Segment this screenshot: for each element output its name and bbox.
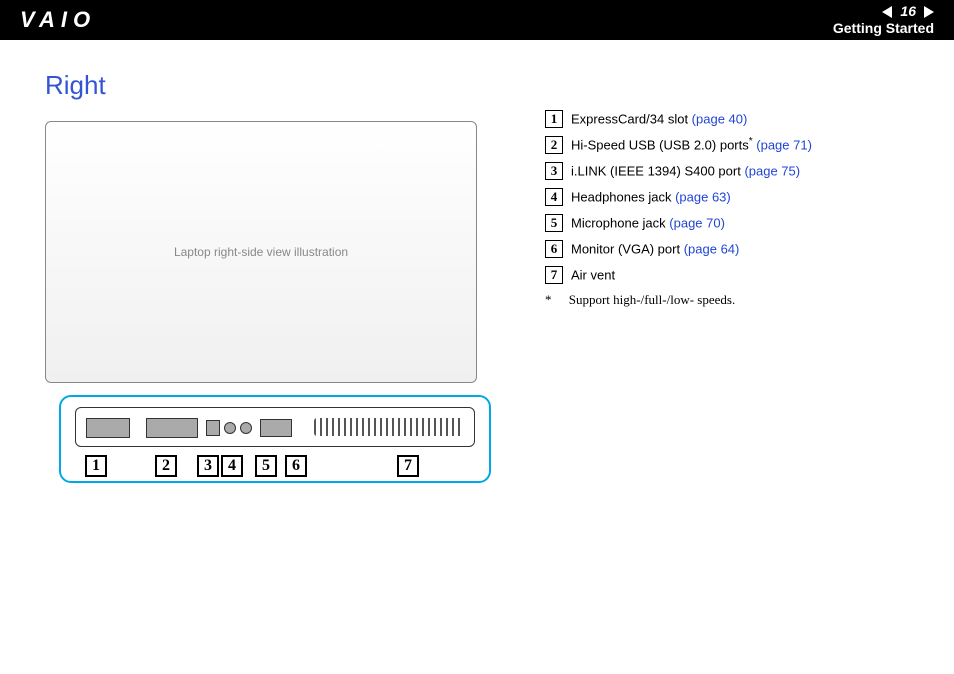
header-right-block: 16 Getting Started xyxy=(833,3,934,37)
next-page-icon[interactable] xyxy=(924,6,934,18)
legend-item: 6 Monitor (VGA) port (page 64) xyxy=(545,240,909,258)
page-number: 16 xyxy=(900,3,916,20)
callout-1: 1 xyxy=(85,455,107,477)
legend-number: 5 xyxy=(545,214,563,232)
microphone-jack-icon xyxy=(240,422,252,434)
legend-item: 2 Hi-Speed USB (USB 2.0) ports* (page 71… xyxy=(545,136,909,154)
legend-number: 4 xyxy=(545,188,563,206)
legend-item: 7 Air vent xyxy=(545,266,909,284)
legend-text: Hi-Speed USB (USB 2.0) ports* (page 71) xyxy=(571,136,812,152)
legend-list: 1 ExpressCard/34 slot (page 40) 2 Hi-Spe… xyxy=(545,110,909,284)
usb-ports-icon xyxy=(146,418,198,438)
vaio-logo: VAIO xyxy=(20,7,96,33)
callout-7: 7 xyxy=(397,455,419,477)
legend-number: 1 xyxy=(545,110,563,128)
footnote-text: Support high-/full-/low- speeds. xyxy=(569,292,735,307)
header-bar: VAIO 16 Getting Started xyxy=(0,0,954,40)
callout-6: 6 xyxy=(285,455,307,477)
page-ref-link[interactable]: (page 63) xyxy=(675,189,731,204)
left-column: Right Laptop right-side view illustratio… xyxy=(45,70,505,483)
legend-item: 3 i.LINK (IEEE 1394) S400 port (page 75) xyxy=(545,162,909,180)
footnote: * Support high-/full-/low- speeds. xyxy=(545,292,909,308)
page-ref-link[interactable]: (page 40) xyxy=(692,111,748,126)
legend-text: i.LINK (IEEE 1394) S400 port (page 75) xyxy=(571,162,800,178)
legend-number: 7 xyxy=(545,266,563,284)
callout-3: 3 xyxy=(197,455,219,477)
headphone-jack-icon xyxy=(224,422,236,434)
air-vent-icon xyxy=(314,418,464,436)
vga-port-icon xyxy=(260,419,292,437)
callout-5: 5 xyxy=(255,455,277,477)
page-ref-link[interactable]: (page 64) xyxy=(684,241,740,256)
legend-text: ExpressCard/34 slot (page 40) xyxy=(571,110,747,126)
legend-label: Monitor (VGA) port xyxy=(571,241,684,256)
legend-text: Headphones jack (page 63) xyxy=(571,188,731,204)
page-ref-link[interactable]: (page 75) xyxy=(744,163,800,178)
legend-item: 1 ExpressCard/34 slot (page 40) xyxy=(545,110,909,128)
legend-item: 4 Headphones jack (page 63) xyxy=(545,188,909,206)
legend-label: Air vent xyxy=(571,267,615,282)
callout-4: 4 xyxy=(221,455,243,477)
callout-number-row: 1 2 3 4 5 6 7 xyxy=(75,455,475,477)
ports-row xyxy=(75,407,475,447)
page-navigation: 16 xyxy=(833,3,934,20)
legend-label: ExpressCard/34 slot xyxy=(571,111,692,126)
callout-2: 2 xyxy=(155,455,177,477)
legend-label: i.LINK (IEEE 1394) S400 port xyxy=(571,163,744,178)
port-detail-panel: 1 2 3 4 5 6 7 xyxy=(59,395,491,483)
legend-number: 2 xyxy=(545,136,563,154)
legend-sup: * xyxy=(749,136,753,147)
legend-text: Monitor (VGA) port (page 64) xyxy=(571,240,739,256)
footnote-mark: * xyxy=(545,292,552,307)
expresscard-slot-icon xyxy=(86,418,130,438)
page-ref-link[interactable]: (page 71) xyxy=(756,137,812,152)
legend-text: Microphone jack (page 70) xyxy=(571,214,725,230)
laptop-illustration: Laptop right-side view illustration xyxy=(45,121,477,383)
legend-number: 3 xyxy=(545,162,563,180)
figure-alt-text: Laptop right-side view illustration xyxy=(174,245,348,259)
legend-item: 5 Microphone jack (page 70) xyxy=(545,214,909,232)
legend-label: Hi-Speed USB (USB 2.0) ports xyxy=(571,137,749,152)
section-label: Getting Started xyxy=(833,20,934,37)
ilink-port-icon xyxy=(206,420,220,436)
page-title: Right xyxy=(45,70,505,101)
right-column: 1 ExpressCard/34 slot (page 40) 2 Hi-Spe… xyxy=(545,70,909,483)
legend-label: Headphones jack xyxy=(571,189,675,204)
page-content: Right Laptop right-side view illustratio… xyxy=(0,40,954,513)
legend-text: Air vent xyxy=(571,266,615,282)
page-ref-link[interactable]: (page 70) xyxy=(669,215,725,230)
legend-number: 6 xyxy=(545,240,563,258)
prev-page-icon[interactable] xyxy=(882,6,892,18)
legend-label: Microphone jack xyxy=(571,215,669,230)
